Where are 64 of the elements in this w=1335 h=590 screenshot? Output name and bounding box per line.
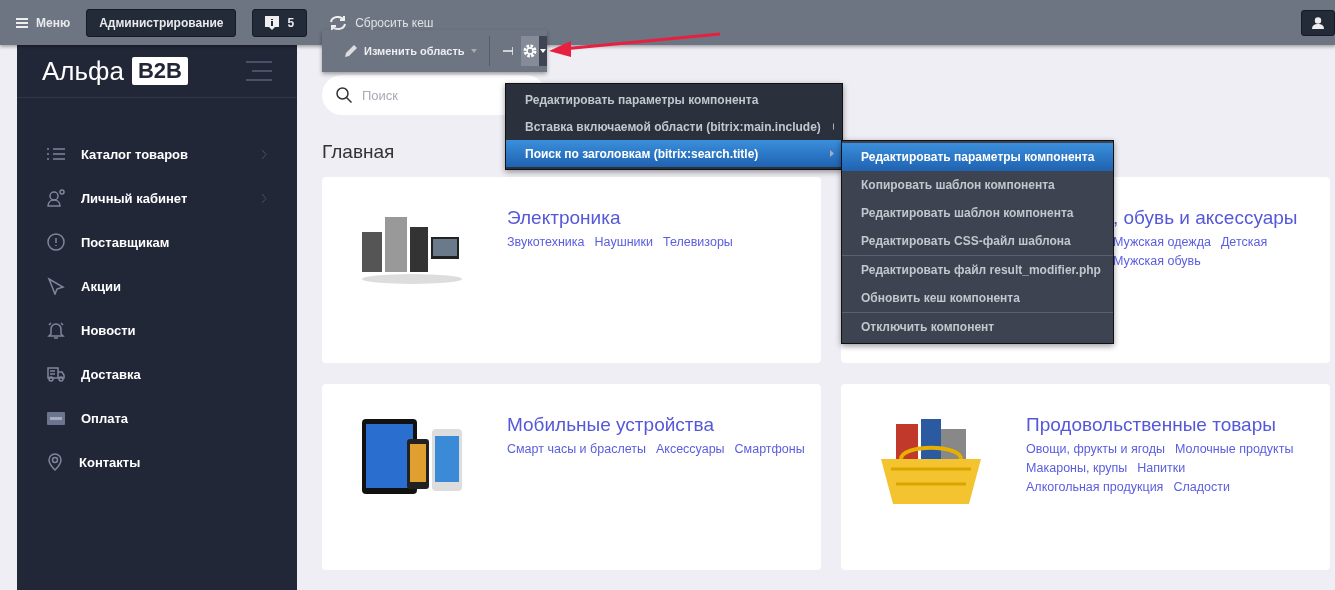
location-pin-icon bbox=[47, 453, 63, 471]
subcategory-link[interactable]: Детская bbox=[1220, 235, 1268, 249]
notifications-button[interactable]: 5 bbox=[252, 8, 308, 37]
subcategory-link[interactable]: Звукотехника bbox=[507, 235, 585, 249]
menu-item[interactable]: Копировать шаблон компонента bbox=[842, 171, 1113, 199]
info-icon bbox=[265, 15, 280, 30]
gear-icon bbox=[521, 43, 538, 59]
sidebar-item[interactable]: Акции bbox=[17, 264, 297, 308]
sidebar-item[interactable]: Контакты bbox=[17, 440, 297, 484]
subcategory-link[interactable]: Мужская одежда bbox=[1113, 235, 1211, 249]
card-icon bbox=[47, 411, 65, 425]
user-icon bbox=[1312, 16, 1324, 29]
subcategory-link[interactable]: Телевизоры bbox=[663, 235, 733, 249]
user-button[interactable] bbox=[1301, 9, 1335, 36]
category-title[interactable]: , обувь и аксессуары bbox=[1113, 207, 1330, 229]
sidebar-item[interactable]: Личный кабинет bbox=[17, 176, 297, 220]
menu-item[interactable]: Отключить компонент bbox=[842, 312, 1113, 341]
menu-icon bbox=[16, 17, 28, 28]
menu-item[interactable]: Редактировать CSS-файл шаблона bbox=[842, 227, 1113, 255]
exclamation-circle-icon bbox=[47, 233, 65, 251]
subcategory-link[interactable]: Смартфоны bbox=[734, 442, 805, 456]
category-title[interactable]: Мобильные устройства bbox=[507, 414, 807, 436]
menu-item[interactable]: Редактировать параметры компонента bbox=[842, 143, 1113, 171]
menu-item[interactable]: Вставка включаемой области (bitrix:main.include) bbox=[506, 113, 842, 140]
category-title[interactable]: Продовольственные товары bbox=[1026, 414, 1326, 436]
menu-button[interactable]: Меню bbox=[16, 15, 71, 30]
caret-icon bbox=[540, 49, 546, 53]
change-area-button[interactable]: Изменить область bbox=[338, 36, 483, 66]
subcategory-link[interactable]: Мужская обувь bbox=[1113, 254, 1201, 268]
subcategory-link[interactable]: Напитки bbox=[1137, 461, 1186, 475]
sidebar-item[interactable]: Поставщикам bbox=[17, 220, 297, 264]
sidebar-item[interactable]: Оплата bbox=[17, 396, 297, 440]
subcategory-link[interactable]: Молочные продукты bbox=[1175, 442, 1294, 456]
sidebar-item[interactable]: Новости bbox=[17, 308, 297, 352]
subcategory-link[interactable]: Смарт часы и браслеты bbox=[507, 442, 646, 456]
menu-item[interactable]: Редактировать файл result_modifier.php bbox=[842, 255, 1113, 284]
user-gear-icon bbox=[47, 189, 65, 207]
menu-item[interactable]: Редактировать шаблон компонента bbox=[842, 199, 1113, 227]
caret-icon bbox=[470, 49, 477, 53]
bell-icon bbox=[47, 321, 65, 339]
menu-item[interactable]: Поиск по заголовкам (bitrix:search.title) bbox=[506, 140, 842, 167]
reset-cache-button[interactable]: Сбросить кеш bbox=[329, 14, 434, 31]
search-icon bbox=[336, 87, 352, 103]
list-icon bbox=[47, 146, 65, 162]
sidebar-item[interactable]: Каталог товаров bbox=[17, 132, 297, 176]
settings-dropdown-button[interactable] bbox=[539, 36, 547, 66]
category-title[interactable]: Электроника bbox=[507, 207, 807, 229]
subcategory-link[interactable]: Алкогольная продукция bbox=[1026, 480, 1164, 494]
logo-badge: B2B bbox=[131, 57, 188, 85]
admin-button[interactable]: Администрирование bbox=[86, 8, 237, 37]
truck-icon bbox=[47, 366, 65, 382]
logo-text: Альфа bbox=[42, 55, 124, 87]
page-heading: Главная bbox=[322, 141, 395, 163]
subcategory-link[interactable]: Макароны, крупы bbox=[1026, 461, 1128, 475]
sidebar-item[interactable]: Доставка bbox=[17, 352, 297, 396]
subcategory-link[interactable]: Сладости bbox=[1173, 480, 1230, 494]
pin-icon[interactable] bbox=[503, 46, 513, 56]
subcategory-link[interactable]: Наушники bbox=[594, 235, 653, 249]
settings-button[interactable] bbox=[520, 36, 540, 66]
refresh-icon bbox=[329, 14, 348, 31]
subcategory-link[interactable]: Овощи, фрукты и ягоды bbox=[1026, 442, 1165, 456]
menu-item[interactable]: Обновить кеш компонента bbox=[842, 284, 1113, 312]
menu-toggle-icon[interactable] bbox=[246, 61, 272, 81]
subcategory-link[interactable]: Аксессуары bbox=[655, 442, 725, 456]
